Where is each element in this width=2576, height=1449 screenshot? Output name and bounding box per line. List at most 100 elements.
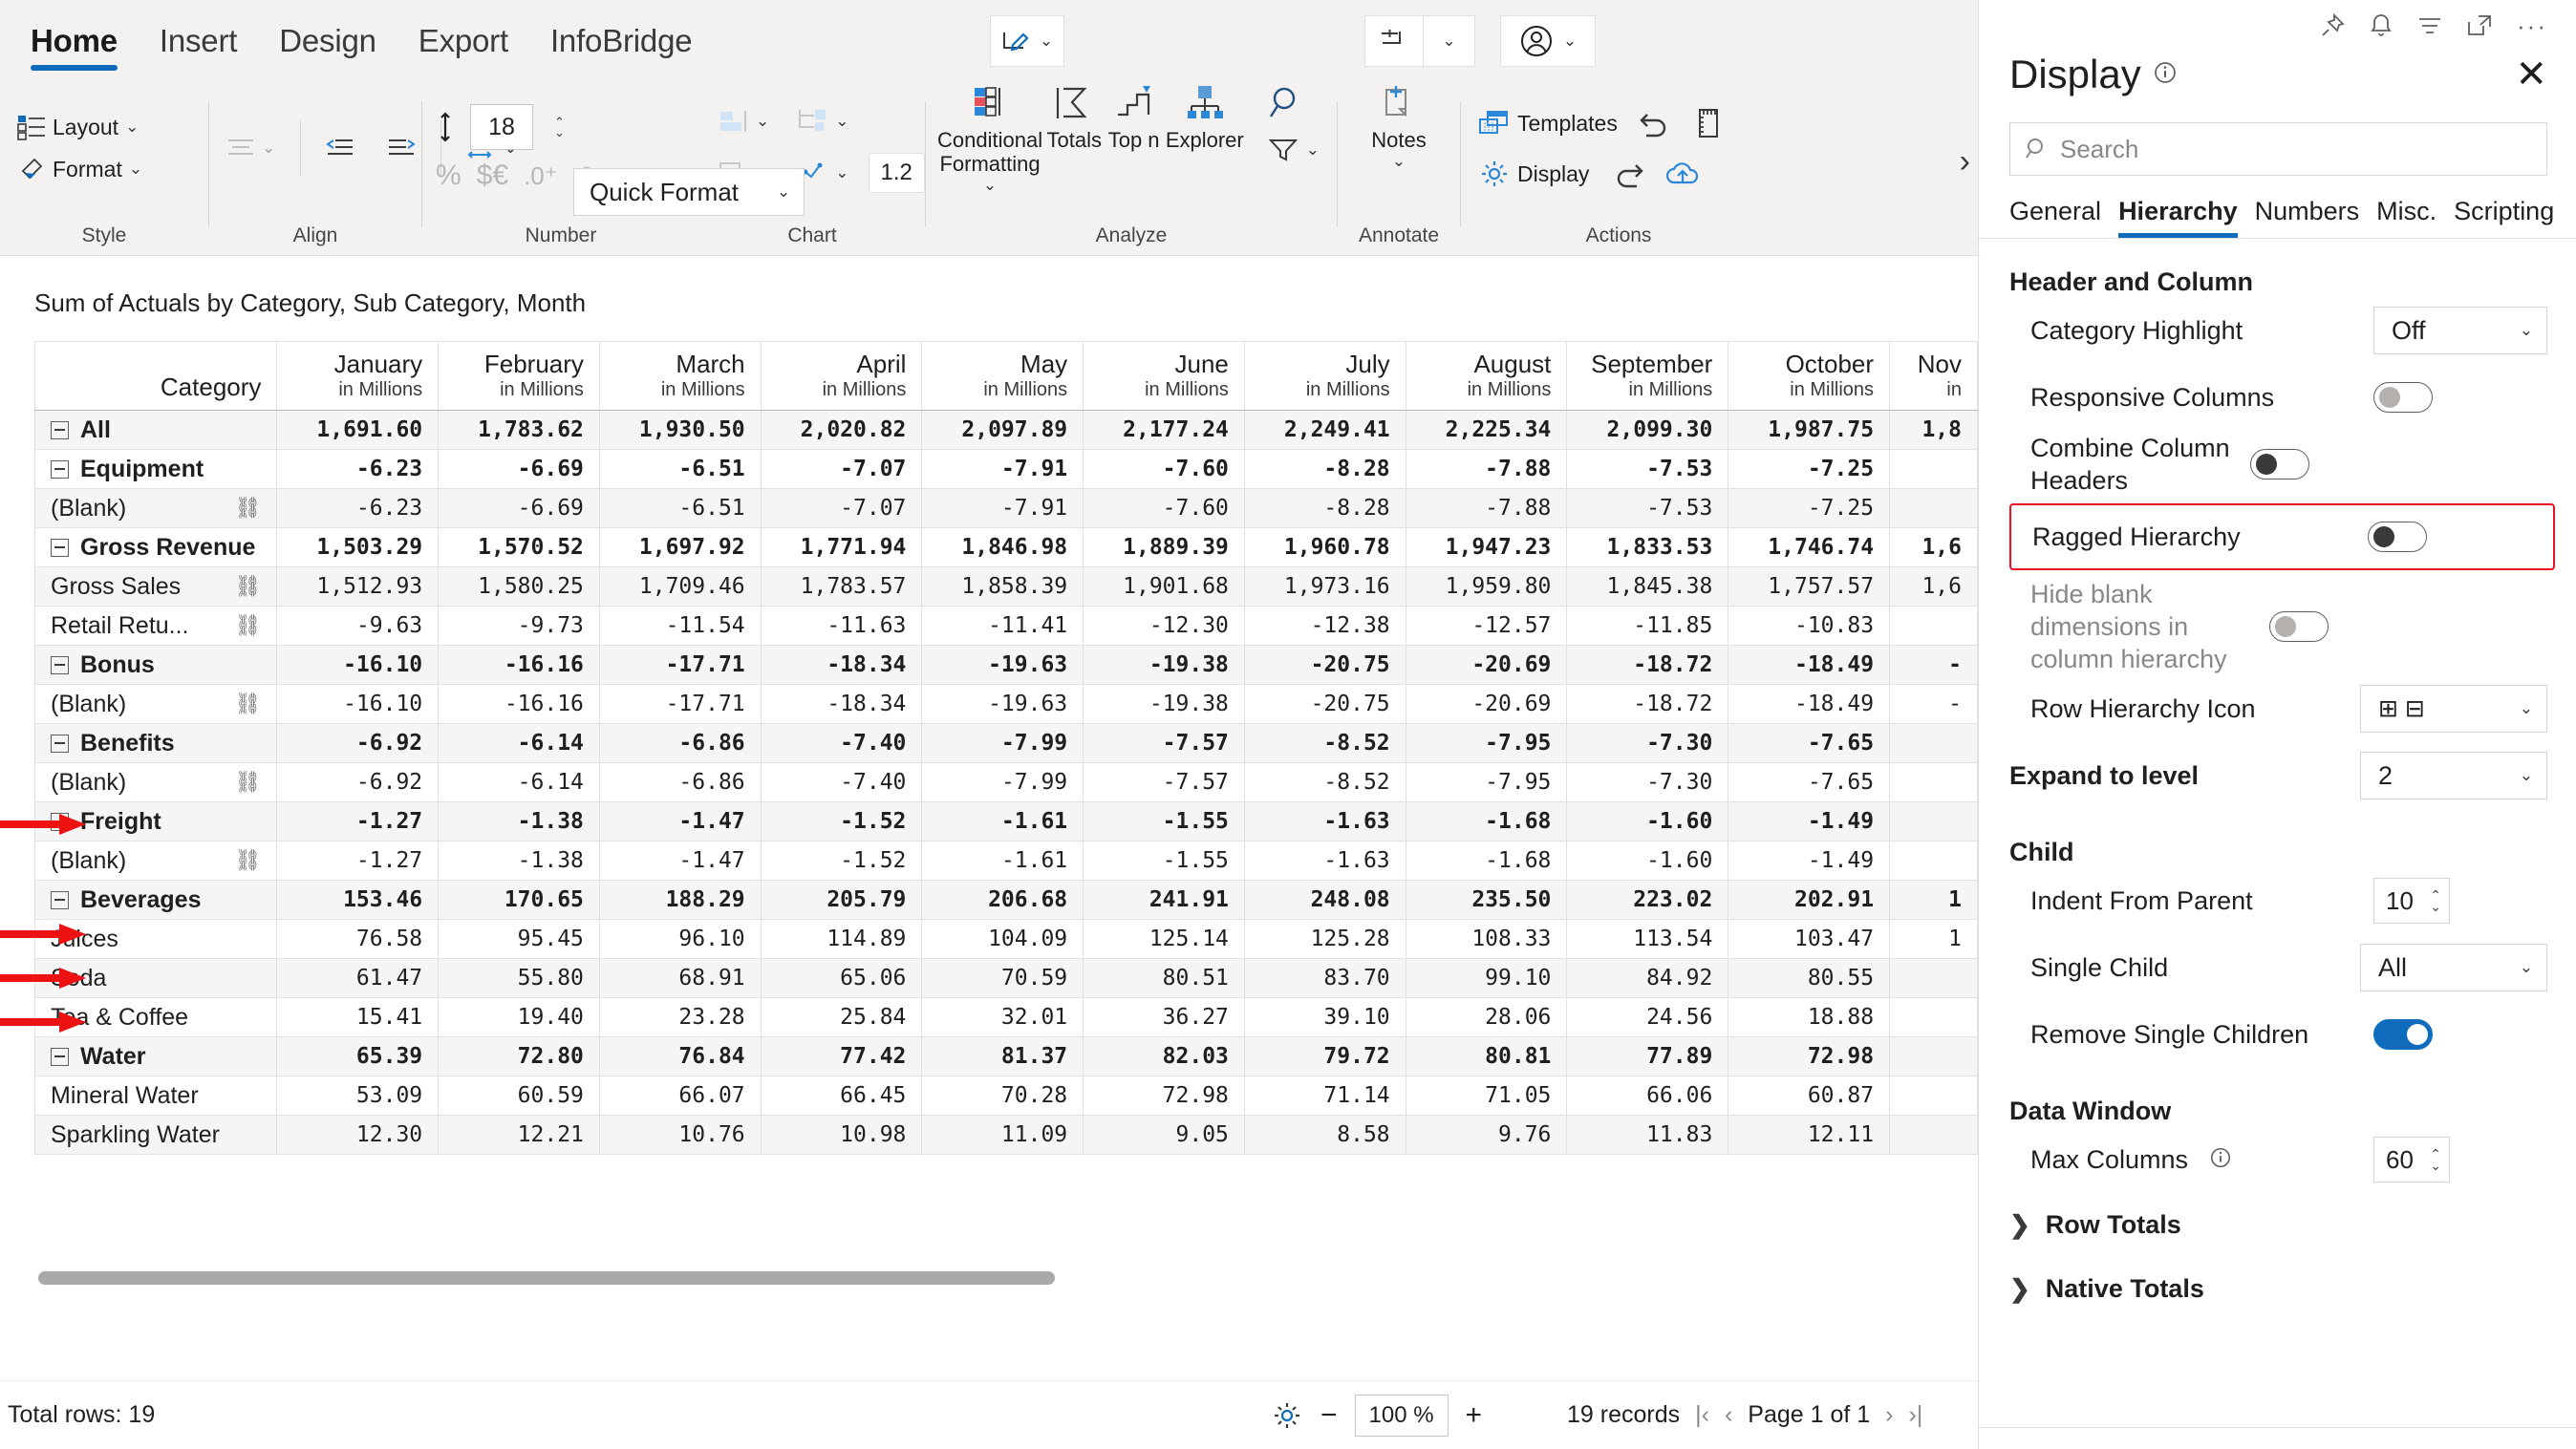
- collapse-minus-icon[interactable]: [51, 890, 69, 909]
- stepper-arrows-icon[interactable]: ⌃ ⌄: [2430, 1147, 2441, 1172]
- ribbon-tab-insert[interactable]: Insert: [160, 23, 238, 73]
- value-cell[interactable]: -11.54: [598, 606, 762, 646]
- value-cell[interactable]: -6.14: [438, 723, 600, 763]
- value-cell[interactable]: -16.16: [438, 645, 600, 685]
- hierarchy-chart-button[interactable]: ⌄: [788, 103, 856, 139]
- value-cell[interactable]: 223.02: [1566, 880, 1729, 920]
- templates-button[interactable]: Templates: [1470, 105, 1625, 141]
- value-cell[interactable]: -: [1889, 645, 1978, 685]
- value-cell[interactable]: -17.71: [598, 684, 762, 724]
- value-cell[interactable]: 70.28: [921, 1076, 1084, 1116]
- value-cell[interactable]: -16.10: [276, 645, 440, 685]
- combine-column-headers-toggle[interactable]: [2250, 449, 2309, 479]
- stepper-arrows-icon[interactable]: ⌃ ⌄: [2430, 888, 2441, 913]
- row-header-cell[interactable]: Soda: [33, 958, 278, 998]
- ragged-hierarchy-toggle[interactable]: [2368, 522, 2427, 552]
- value-cell[interactable]: [1889, 606, 1978, 646]
- value-cell[interactable]: -7.07: [760, 488, 923, 528]
- top-n-button[interactable]: Top n: [1106, 80, 1161, 152]
- collapse-minus-icon[interactable]: [51, 655, 69, 674]
- value-cell[interactable]: 241.91: [1083, 880, 1245, 920]
- zoom-level-display[interactable]: 100 %: [1354, 1394, 1449, 1437]
- value-cell[interactable]: -6.23: [276, 488, 440, 528]
- table-row[interactable]: Freight -1.27 -1.38 -1.47 -1.52 -1.61 -1.55 -1.…: [33, 801, 1978, 842]
- value-cell[interactable]: 61.47: [276, 958, 440, 998]
- value-cell[interactable]: -20.75: [1243, 684, 1406, 724]
- value-cell[interactable]: 84.92: [1566, 958, 1729, 998]
- value-cell[interactable]: 32.01: [921, 997, 1084, 1037]
- collapse-minus-icon[interactable]: [51, 459, 69, 479]
- table-row[interactable]: Bonus -16.10 -16.16 -17.71 -18.34 -19.63 -19.3…: [33, 645, 1978, 685]
- value-cell[interactable]: 1,833.53: [1566, 527, 1729, 567]
- hide-blank-dimensions-toggle[interactable]: [2269, 611, 2329, 642]
- value-cell[interactable]: 108.33: [1405, 919, 1568, 959]
- table-row[interactable]: (Blank) ⛓ -16.10 -16.16 -17.71 -18.34 -19.63 -1…: [33, 684, 1978, 724]
- value-cell[interactable]: 60.87: [1728, 1076, 1891, 1116]
- link-chain-icon[interactable]: ⛓: [234, 613, 261, 638]
- table-row[interactable]: Soda 61.47 55.80 68.91 65.06 70.59 80.51 83.70 9…: [33, 958, 1978, 998]
- row-header-cell[interactable]: Gross Revenue: [33, 527, 278, 567]
- more-options-icon[interactable]: ···: [2517, 11, 2547, 41]
- value-cell[interactable]: -8.52: [1243, 762, 1406, 802]
- last-page-icon[interactable]: ›|: [1909, 1401, 1923, 1429]
- row-header-cell[interactable]: Gross Sales ⛓: [33, 566, 278, 607]
- ruler-button[interactable]: [1686, 103, 1732, 143]
- panel-tab-misc[interactable]: Misc.: [2376, 197, 2436, 238]
- table-row[interactable]: Equipment -6.23 -6.69 -6.51 -7.07 -7.91 -7.60-…: [33, 449, 1978, 489]
- value-cell[interactable]: 9.76: [1405, 1115, 1568, 1155]
- collapse-minus-icon[interactable]: [51, 1047, 69, 1066]
- publish-button[interactable]: [1658, 155, 1707, 193]
- column-header-month[interactable]: October in Millions: [1728, 341, 1891, 411]
- value-cell[interactable]: -1.61: [921, 801, 1084, 842]
- edit-mode-button[interactable]: ⌄: [990, 15, 1064, 67]
- value-cell[interactable]: 53.09: [276, 1076, 440, 1116]
- row-header-cell[interactable]: Water: [33, 1036, 278, 1076]
- value-cell[interactable]: -1.68: [1405, 801, 1568, 842]
- next-page-icon[interactable]: ›: [1885, 1401, 1893, 1429]
- value-cell[interactable]: [1889, 449, 1978, 489]
- column-header-month[interactable]: February in Millions: [438, 341, 600, 411]
- filter-button[interactable]: ⌄: [1261, 132, 1327, 168]
- value-cell[interactable]: -18.34: [760, 645, 923, 685]
- value-cell[interactable]: 1,959.80: [1405, 566, 1568, 607]
- totals-button[interactable]: Totals: [1046, 80, 1102, 152]
- row-hierarchy-icon-select[interactable]: ⊞ ⊟ ⌄: [2360, 685, 2547, 733]
- info-icon[interactable]: [2209, 1146, 2373, 1174]
- value-cell[interactable]: 83.70: [1243, 958, 1406, 998]
- value-cell[interactable]: 1,846.98: [921, 527, 1084, 567]
- value-cell[interactable]: 1,8: [1889, 410, 1978, 450]
- table-row[interactable]: Benefits -6.92 -6.14 -6.86 -7.40 -7.99 -7.57 -8…: [33, 723, 1978, 763]
- value-cell[interactable]: 66.07: [598, 1076, 762, 1116]
- ribbon-tab-export[interactable]: Export: [419, 23, 508, 73]
- value-cell[interactable]: 60.59: [438, 1076, 600, 1116]
- value-cell[interactable]: -7.95: [1405, 762, 1568, 802]
- notes-button[interactable]: Notes ⌄: [1355, 80, 1443, 171]
- expand-to-level-select[interactable]: 2 ⌄: [2360, 752, 2547, 799]
- value-cell[interactable]: 206.68: [921, 880, 1084, 920]
- value-cell[interactable]: -: [1889, 684, 1978, 724]
- column-header-month[interactable]: September in Millions: [1566, 341, 1729, 411]
- row-header-cell[interactable]: (Blank) ⛓: [33, 684, 278, 724]
- panel-tab-general[interactable]: General: [2009, 197, 2101, 238]
- responsive-columns-toggle[interactable]: [2373, 382, 2433, 413]
- section-native-totals[interactable]: ❯ Native Totals: [1979, 1257, 2576, 1321]
- value-cell[interactable]: [1889, 997, 1978, 1037]
- format-button[interactable]: Format ⌄: [10, 151, 150, 187]
- section-row-totals[interactable]: ❯ Row Totals: [1979, 1193, 2576, 1257]
- indent-from-parent-stepper[interactable]: 10 ⌃ ⌄: [2373, 878, 2450, 924]
- link-chain-icon[interactable]: ⛓: [234, 848, 261, 873]
- row-header-cell[interactable]: Tea & Coffee: [33, 997, 278, 1037]
- value-cell[interactable]: 70.59: [921, 958, 1084, 998]
- row-header-cell[interactable]: Beverages: [33, 880, 278, 920]
- value-cell[interactable]: 66.45: [760, 1076, 923, 1116]
- value-cell[interactable]: 205.79: [760, 880, 923, 920]
- value-cell[interactable]: 248.08: [1243, 880, 1406, 920]
- value-cell[interactable]: 235.50: [1405, 880, 1568, 920]
- value-cell[interactable]: 113.54: [1566, 919, 1729, 959]
- value-cell[interactable]: 1,901.68: [1083, 566, 1245, 607]
- table-row[interactable]: (Blank) ⛓ -6.23 -6.69 -6.51 -7.07 -7.91 -7.60 -8…: [33, 488, 1978, 528]
- column-header-month[interactable]: April in Millions: [760, 341, 923, 411]
- value-cell[interactable]: [1889, 958, 1978, 998]
- value-cell[interactable]: 1,858.39: [921, 566, 1084, 607]
- value-cell[interactable]: [1889, 801, 1978, 842]
